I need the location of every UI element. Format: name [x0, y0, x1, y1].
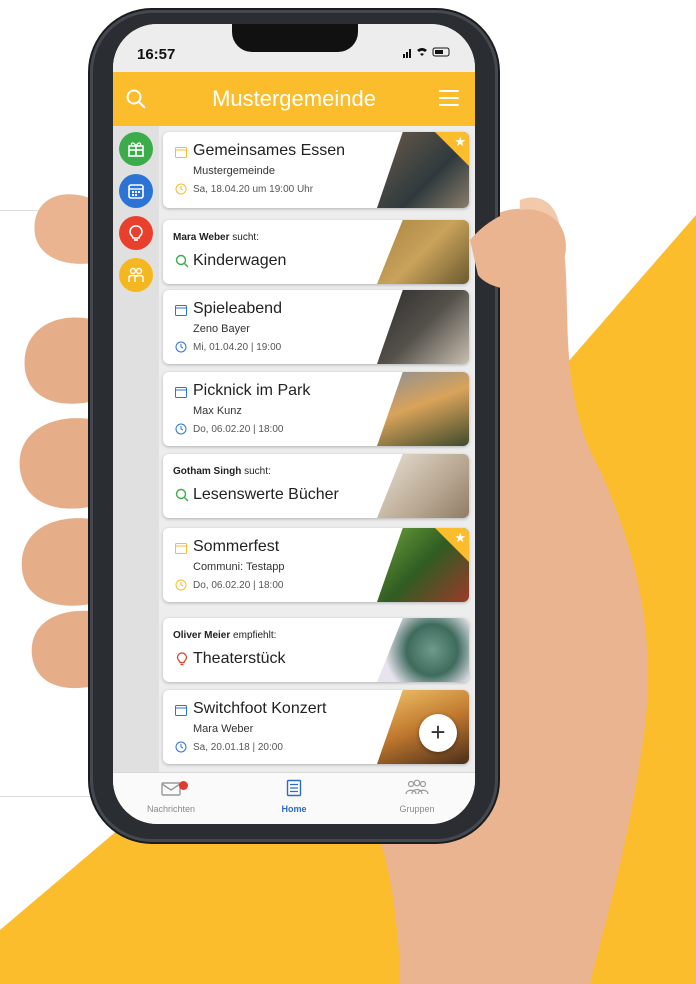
lightbulb-icon — [129, 225, 143, 241]
list-icon — [286, 779, 302, 797]
category-groups-button[interactable] — [119, 258, 153, 292]
card-date: Do, 06.02.20 | 18:00 — [193, 580, 284, 591]
clock-icon — [175, 579, 187, 591]
signal-wifi-battery-icon — [403, 46, 453, 61]
category-rail — [113, 126, 159, 774]
card-date: Mi, 01.04.20 | 19:00 — [193, 342, 282, 353]
search-thumbnail — [377, 454, 469, 518]
gift-icon — [128, 142, 144, 157]
card-title: Picknick im Park — [193, 382, 311, 399]
card-host: Max Kunz — [193, 405, 242, 417]
app-title: Mustergemeinde — [212, 86, 376, 111]
calendar-icon — [175, 705, 187, 716]
card-host: Communi: Testapp — [193, 561, 285, 573]
card-host: Zeno Bayer — [193, 323, 250, 335]
search-icon — [175, 488, 189, 502]
tab-home[interactable]: Home — [244, 779, 344, 814]
card-title: Kinderwagen — [193, 252, 287, 269]
tab-groups[interactable]: Gruppen — [367, 779, 467, 814]
recommendation-thumbnail — [377, 618, 469, 682]
category-ideas-button[interactable] — [119, 216, 153, 250]
card-title: Theaterstück — [193, 650, 286, 667]
card-author: Oliver Meier empfiehlt: — [173, 630, 277, 641]
card-author: Mara Weber sucht: — [173, 232, 259, 243]
clock-icon — [175, 183, 187, 195]
category-gift-button[interactable] — [119, 132, 153, 166]
calendar-icon — [175, 543, 187, 554]
feed-card-search[interactable]: Mara Weber sucht: Kinderwagen — [163, 220, 469, 284]
card-date: Do, 06.02.20 | 18:00 — [193, 424, 284, 435]
feed-card-event[interactable]: Spieleabend Zeno Bayer Mi, 01.04.20 | 19… — [163, 290, 469, 364]
app-header: Mustergemeinde — [113, 72, 475, 126]
status-time: 16:57 — [137, 46, 176, 63]
search-icon — [175, 254, 189, 268]
clock-icon — [175, 423, 187, 435]
clock-icon — [175, 341, 187, 353]
feed-card-event[interactable]: ★ Sommerfest Communi: Testapp Do, 06.02.… — [163, 528, 469, 602]
phone-screen: 16:57 Mustergemeinde ★ Gemeinsames Essen… — [113, 24, 475, 824]
feed-card-recommendation[interactable]: Oliver Meier empfiehlt: Theaterstück — [163, 618, 469, 682]
calendar-icon — [128, 184, 144, 199]
event-thumbnail — [377, 372, 469, 446]
calendar-icon — [175, 387, 187, 398]
tab-messages[interactable]: Nachrichten — [121, 779, 221, 814]
phone-notch — [232, 24, 358, 52]
mail-icon — [161, 782, 181, 796]
promo-stage: 16:57 Mustergemeinde ★ Gemeinsames Essen… — [0, 0, 696, 984]
group-icon — [405, 779, 429, 795]
card-title: Spieleabend — [193, 300, 282, 317]
card-date: Sa, 18.04.20 um 19:00 Uhr — [193, 184, 314, 195]
feed-card-search[interactable]: Gotham Singh sucht: Lesenswerte Bücher — [163, 454, 469, 518]
card-host: Mara Weber — [193, 723, 254, 735]
card-author: Gotham Singh sucht: — [173, 466, 271, 477]
card-date: Sa, 20.01.18 | 20:00 — [193, 742, 283, 753]
event-thumbnail — [377, 290, 469, 364]
people-icon — [128, 267, 144, 282]
card-title: Sommerfest — [193, 538, 280, 555]
menu-icon[interactable] — [439, 90, 459, 108]
feed-card-event[interactable]: Picknick im Park Max Kunz Do, 06.02.20 |… — [163, 372, 469, 446]
category-events-button[interactable] — [119, 174, 153, 208]
search-thumbnail — [377, 220, 469, 284]
tab-label: Home — [281, 804, 307, 814]
notification-badge — [179, 781, 188, 790]
calendar-icon — [175, 147, 187, 158]
calendar-icon — [175, 305, 187, 316]
card-title: Switchfoot Konzert — [193, 700, 327, 717]
tab-label: Gruppen — [399, 804, 435, 814]
bottom-tab-bar: Nachrichten Home Gruppen — [113, 772, 475, 824]
card-title: Lesenswerte Bücher — [193, 486, 339, 503]
add-button[interactable]: + — [419, 714, 457, 752]
card-host: Mustergemeinde — [193, 165, 275, 177]
feed-card-event[interactable]: ★ Gemeinsames Essen Mustergemeinde Sa, 1… — [163, 132, 469, 208]
plus-icon: + — [430, 717, 446, 747]
lightbulb-icon — [176, 652, 188, 666]
clock-icon — [175, 741, 187, 753]
tab-label: Nachrichten — [146, 804, 196, 814]
card-title: Gemeinsames Essen — [193, 142, 346, 159]
